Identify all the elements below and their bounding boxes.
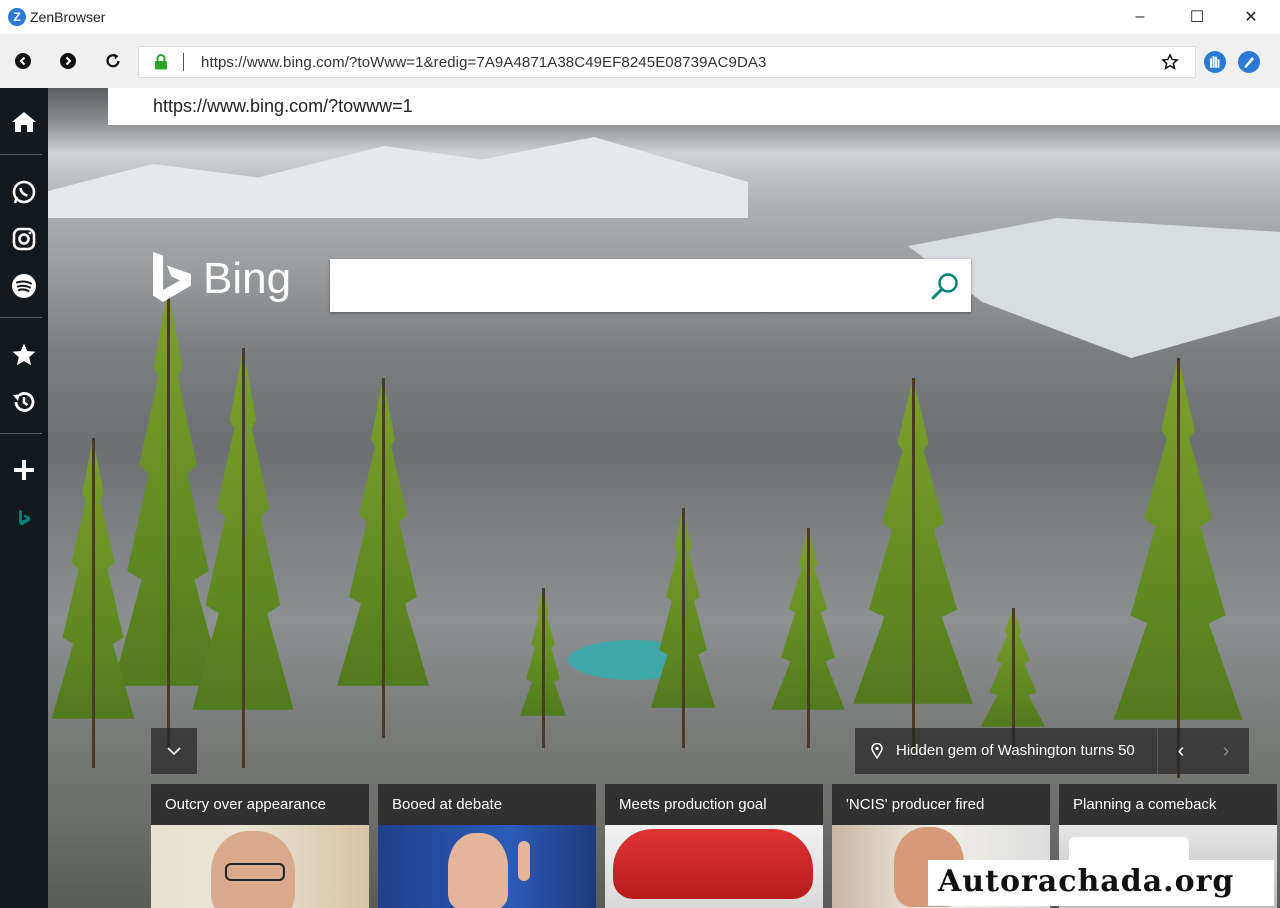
zenbrowser-logo-icon: Z [8, 8, 26, 26]
blue-hand-icon[interactable] [1204, 51, 1226, 73]
close-button[interactable]: ✕ [1224, 0, 1278, 34]
instagram-icon[interactable] [10, 225, 38, 253]
news-image [151, 825, 369, 908]
tree [648, 508, 718, 748]
watermark: Autorachada.org [928, 860, 1274, 906]
page-content: https://www.bing.com/?towww=1 Bing Hidde… [48, 88, 1280, 908]
news-title-text[interactable]: Outcry over appearance [165, 796, 326, 813]
tree [768, 528, 848, 748]
tree [333, 378, 433, 738]
back-icon [15, 53, 31, 69]
tree [848, 378, 978, 758]
reload-icon [106, 53, 120, 68]
sidebar-divider [0, 433, 42, 434]
search-icon[interactable] [929, 270, 961, 302]
image-caption-text[interactable]: Hidden gem of Washington turns 50 [896, 742, 1135, 759]
news-card[interactable]: Booed at debate [378, 784, 596, 908]
spotify-icon[interactable] [10, 272, 38, 300]
bing-search-input[interactable] [330, 259, 971, 312]
watermark-text: Autorachada.org [938, 864, 1235, 899]
news-card-title: Planning a comeback [1059, 784, 1277, 825]
favorites-star-icon[interactable] [10, 341, 38, 369]
snow-ridge [48, 137, 748, 218]
minimize-button[interactable]: – [1113, 0, 1167, 34]
news-title-text[interactable]: Planning a comeback [1073, 796, 1216, 813]
window-title: ZenBrowser [30, 9, 106, 25]
history-icon[interactable] [10, 388, 38, 416]
news-title-text[interactable]: Meets production goal [619, 796, 767, 813]
news-title-text[interactable]: Booed at debate [392, 796, 502, 813]
tree [518, 588, 568, 748]
image-caption-bar: Hidden gem of Washington turns 50 ‹ › [855, 728, 1249, 774]
collapse-news-button[interactable] [151, 728, 197, 774]
tree [188, 348, 298, 768]
previous-image-button[interactable]: ‹ [1157, 728, 1204, 774]
sidebar-divider [0, 154, 42, 155]
whatsapp-icon[interactable] [10, 178, 38, 206]
news-card-title: Meets production goal [605, 784, 823, 825]
news-image [378, 825, 596, 908]
tree [1108, 358, 1248, 778]
add-icon[interactable] [10, 456, 38, 484]
bing-logo-icon [153, 252, 191, 302]
glasses [225, 863, 285, 881]
tree [48, 438, 138, 768]
forward-icon [60, 53, 76, 69]
news-image [605, 825, 823, 908]
location-pin-icon [871, 743, 883, 759]
bing-logo-text: Bing [203, 254, 292, 303]
back-button[interactable] [13, 51, 33, 71]
address-separator [183, 53, 184, 71]
url-suggestion[interactable]: https://www.bing.com/?towww=1 [108, 88, 1280, 125]
navigation-toolbar: https://www.bing.com/?toWww=1&redig=7A9A… [0, 34, 1280, 89]
reload-button[interactable] [103, 51, 123, 71]
blue-pen-icon[interactable] [1238, 51, 1260, 73]
next-image-button[interactable]: › [1203, 728, 1249, 774]
bookmark-star-icon[interactable] [1161, 53, 1179, 71]
sidebar-divider [0, 317, 42, 318]
person-face [448, 833, 508, 908]
news-card-title: Booed at debate [378, 784, 596, 825]
red-car [613, 829, 813, 899]
title-bar: Z ZenBrowser – ☐ ✕ [0, 0, 1280, 35]
lock-icon [155, 54, 167, 70]
url-suggestion-text[interactable]: https://www.bing.com/?towww=1 [153, 96, 413, 117]
chevron-down-icon [167, 747, 181, 756]
news-card[interactable]: Outcry over appearance [151, 784, 369, 908]
forward-button[interactable] [58, 51, 78, 71]
news-card-title: 'NCIS' producer fired [832, 784, 1050, 825]
news-card[interactable]: Meets production goal [605, 784, 823, 908]
news-card-title: Outcry over appearance [151, 784, 369, 825]
home-icon[interactable] [10, 108, 38, 136]
raised-finger [518, 841, 530, 881]
url-text[interactable]: https://www.bing.com/?toWww=1&redig=7A9A… [201, 54, 766, 71]
bing-logo: Bing [151, 250, 291, 308]
maximize-button[interactable]: ☐ [1170, 0, 1224, 34]
address-bar[interactable]: https://www.bing.com/?toWww=1&redig=7A9A… [138, 46, 1196, 78]
news-title-text[interactable]: 'NCIS' producer fired [846, 796, 984, 813]
sidebar [0, 88, 48, 908]
bing-icon[interactable] [10, 504, 38, 532]
